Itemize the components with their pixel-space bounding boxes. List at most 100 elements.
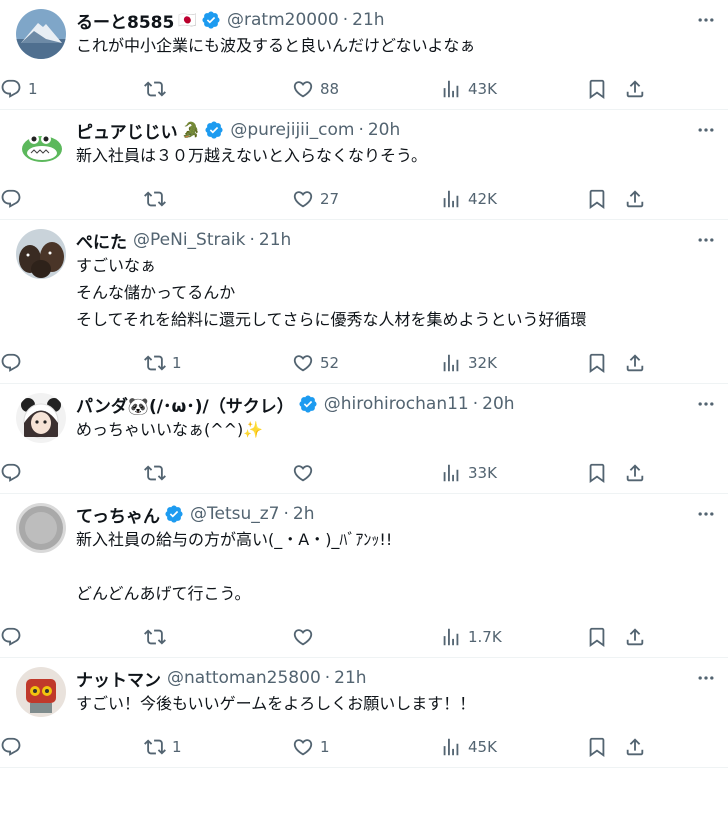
- tweet-1[interactable]: るーと8585 🇯🇵 @ratm20000 · 21h これが中小企業にも波及す…: [0, 0, 728, 110]
- retweet-button[interactable]: [144, 462, 172, 484]
- tweet-5[interactable]: てっちゃん @Tetsu_z7 · 2h 新入社員の給与の方が高い(_・A・)_…: [0, 494, 728, 658]
- share-button[interactable]: [624, 736, 646, 758]
- share-button[interactable]: [624, 462, 646, 484]
- retweet-button[interactable]: [144, 626, 172, 648]
- like-button[interactable]: [292, 462, 320, 484]
- analytics-icon: [443, 80, 459, 98]
- avatar-image: [16, 9, 66, 59]
- bookmark-button[interactable]: [586, 736, 608, 758]
- separator-dot: ·: [472, 394, 479, 414]
- timestamp[interactable]: 21h: [334, 668, 366, 688]
- more-options-icon[interactable]: [694, 230, 718, 250]
- retweet-button[interactable]: 1: [144, 736, 182, 758]
- timestamp[interactable]: 21h: [259, 230, 291, 250]
- views-button[interactable]: 33K: [440, 462, 497, 484]
- analytics-icon: [443, 464, 459, 482]
- timestamp[interactable]: 20h: [482, 394, 514, 414]
- more-options-icon[interactable]: [694, 120, 718, 140]
- reply-button[interactable]: [0, 188, 28, 210]
- views-button[interactable]: 1.7K: [440, 626, 502, 648]
- avatar[interactable]: [16, 9, 66, 59]
- views-button[interactable]: 43K: [440, 78, 497, 100]
- user-handle[interactable]: @purejijii_com: [230, 120, 354, 140]
- heart-icon: [293, 629, 313, 646]
- avatar[interactable]: [16, 229, 66, 279]
- user-handle[interactable]: @PeNi_Straik: [133, 230, 245, 250]
- display-name[interactable]: るーと8585: [76, 8, 174, 33]
- more-options-icon[interactable]: [694, 504, 718, 524]
- like-button[interactable]: 1: [292, 736, 330, 758]
- avatar[interactable]: [16, 503, 66, 553]
- avatar-image: [16, 229, 66, 279]
- display-name[interactable]: ピュアじじい: [76, 118, 178, 143]
- user-handle[interactable]: @Tetsu_z7: [190, 504, 280, 524]
- avatar-image: [16, 393, 66, 443]
- bookmark-button[interactable]: [586, 188, 608, 210]
- retweet-icon: [144, 81, 166, 97]
- share-icon: [626, 80, 644, 98]
- reply-icon: [1, 737, 21, 756]
- share-button[interactable]: [624, 626, 646, 648]
- more-options-icon[interactable]: [694, 394, 718, 414]
- reply-button[interactable]: [0, 626, 28, 648]
- separator-dot: ·: [342, 10, 349, 30]
- reply-button[interactable]: [0, 736, 28, 758]
- avatar[interactable]: [16, 667, 66, 717]
- display-name[interactable]: ナットマン: [76, 666, 161, 691]
- tweet-6[interactable]: ナットマン @nattoman25800 · 21h すごい！今後もいいゲームを…: [0, 658, 728, 768]
- like-button[interactable]: [292, 626, 320, 648]
- display-name[interactable]: パンダ🐼(/･ω･)/（サクレ）: [76, 392, 294, 417]
- reply-button[interactable]: [0, 352, 28, 374]
- bookmark-button[interactable]: [586, 78, 608, 100]
- tweet-2[interactable]: ピュアじじい 🐊 @purejijii_com · 20h 新入社員は３０万越え…: [0, 110, 728, 220]
- like-button[interactable]: 88: [292, 78, 339, 100]
- like-button[interactable]: 52: [292, 352, 339, 374]
- views-button[interactable]: 32K: [440, 352, 497, 374]
- verified-badge-icon: [164, 504, 184, 524]
- retweet-button[interactable]: 1: [144, 352, 182, 374]
- user-handle[interactable]: @nattoman25800: [167, 668, 321, 688]
- avatar[interactable]: [16, 393, 66, 443]
- reply-button[interactable]: [0, 462, 28, 484]
- timestamp[interactable]: 20h: [368, 120, 400, 140]
- views-button[interactable]: 45K: [440, 736, 497, 758]
- user-handle[interactable]: @ratm20000: [227, 10, 339, 30]
- action-bar: 33K: [0, 453, 728, 493]
- separator-dot: ·: [324, 668, 331, 688]
- tweet-text: すごい！今後もいいゲームをよろしくお願いします！！: [76, 694, 476, 713]
- analytics-icon: [443, 738, 459, 756]
- retweet-button[interactable]: [144, 188, 172, 210]
- bookmark-button[interactable]: [586, 462, 608, 484]
- reply-button[interactable]: 1: [0, 78, 38, 100]
- retweet-button[interactable]: [144, 78, 172, 100]
- share-button[interactable]: [624, 352, 646, 374]
- tweet-header: ぺにた @PeNi_Straik · 21h: [76, 228, 712, 253]
- share-button[interactable]: [624, 188, 646, 210]
- tweet-3[interactable]: ぺにた @PeNi_Straik · 21h すごいなぁ そんな儲かってるんか …: [0, 220, 728, 384]
- tweet-4[interactable]: パンダ🐼(/･ω･)/（サクレ） @hirohirochan11 · 20h め…: [0, 384, 728, 494]
- tweet-text: 新入社員は３０万越えないと入らなくなりそう。: [76, 146, 428, 165]
- separator-dot: ·: [358, 120, 364, 140]
- analytics-icon: [443, 190, 459, 208]
- verified-badge-icon: [201, 10, 221, 30]
- bookmark-button[interactable]: [586, 626, 608, 648]
- tweet-text: 新入社員の給与の方が高い(_・A・)_ﾊﾞｱﾝｯ!! どんどんあげて行こう。: [76, 530, 393, 603]
- heart-icon: [293, 81, 313, 98]
- more-options-icon[interactable]: [694, 10, 718, 30]
- views-button[interactable]: 42K: [440, 188, 497, 210]
- timestamp[interactable]: 21h: [352, 10, 384, 30]
- bookmark-button[interactable]: [586, 352, 608, 374]
- tweet-text: これが中小企業にも波及すると良いんだけどないよなぁ: [76, 36, 476, 55]
- verified-badge-icon: [204, 120, 224, 140]
- like-button[interactable]: 27: [292, 188, 339, 210]
- user-handle[interactable]: @hirohirochan11: [324, 394, 469, 414]
- bookmark-icon: [589, 737, 605, 758]
- reply-icon: [1, 627, 21, 646]
- heart-icon: [293, 465, 313, 482]
- avatar[interactable]: [16, 119, 66, 169]
- timestamp[interactable]: 2h: [293, 504, 315, 524]
- display-name[interactable]: てっちゃん: [76, 502, 160, 527]
- more-options-icon[interactable]: [694, 668, 718, 688]
- share-button[interactable]: [624, 78, 646, 100]
- display-name[interactable]: ぺにた: [76, 228, 127, 253]
